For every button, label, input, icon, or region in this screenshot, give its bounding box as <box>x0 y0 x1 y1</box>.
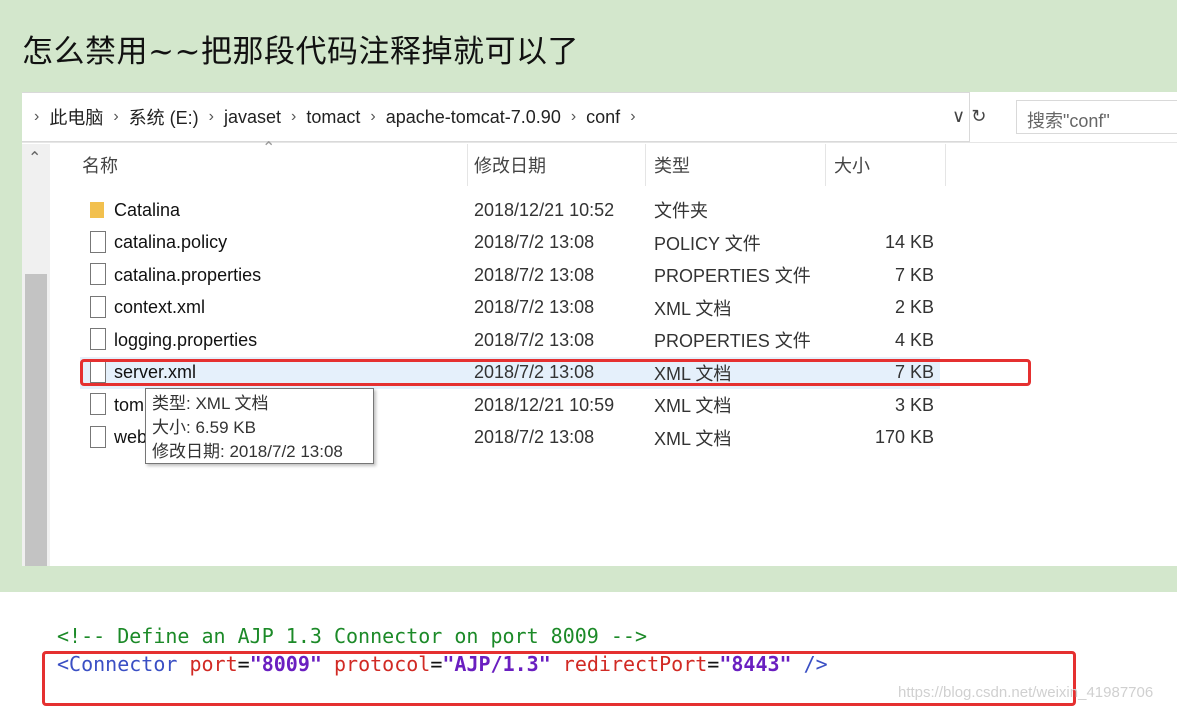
file-icon <box>90 230 106 253</box>
file-type: XML 文档 <box>654 396 732 416</box>
file-name: context.xml <box>114 297 206 317</box>
file-type: XML 文档 <box>654 428 732 449</box>
file-size: 2 KB <box>894 297 934 317</box>
breadcrumb-item[interactable]: › 系统 (E:) <box>103 104 198 130</box>
breadcrumb[interactable]: › 此电脑 › 系统 (E:) › javaset › tomact › apache-t… <box>22 92 970 142</box>
file-size: 170 KB <box>874 427 934 447</box>
code-comment-line: <!-- Define an AJP 1.3 Connector on port… <box>57 624 648 648</box>
file-type: XML 文档 <box>654 298 732 319</box>
post-heading: 怎么禁用~~把那段代码注释掉就可以了 <box>22 34 579 70</box>
file-date: 2018/7/2 13:08 <box>474 297 595 317</box>
navigation-scrollbar[interactable]: ⌃ <box>22 144 50 566</box>
column-header-size[interactable]: 大小 <box>826 144 946 186</box>
tooltip-modified: 修改日期: 2018/7/2 13:08 <box>152 442 343 461</box>
breadcrumb-item[interactable]: › conf <box>561 107 620 128</box>
address-bar: › 此电脑 › 系统 (E:) › javaset › tomact › apache-t… <box>22 92 1177 143</box>
file-type: PROPERTIES 文件 <box>654 331 811 351</box>
file-tooltip: 类型: XML 文档 大小: 6.59 KB 修改日期: 2018/7/2 13… <box>145 388 374 464</box>
file-name: tom <box>114 394 145 415</box>
file-date: 2018/12/21 10:52 <box>474 199 615 220</box>
file-row[interactable]: context.xml 2018/7/2 13:08 XML 文档 2 KB <box>80 292 940 324</box>
breadcrumb-item[interactable]: › apache-tomcat-7.0.90 <box>360 107 560 128</box>
file-size: 4 KB <box>894 329 934 350</box>
refresh-icon[interactable]: ↻ <box>971 106 986 127</box>
file-date: 2018/12/21 10:59 <box>474 394 615 415</box>
chevron-right-icon: › <box>208 108 214 125</box>
search-input[interactable]: 搜索"conf" <box>1016 100 1177 134</box>
file-name: logging.properties <box>114 329 258 350</box>
file-date: 2018/7/2 13:08 <box>474 329 595 350</box>
file-row[interactable]: Catalina 2018/12/21 10:52 文件夹 <box>80 194 940 226</box>
chevron-up-icon[interactable]: ⌃ <box>28 148 41 168</box>
chevron-right-icon: › <box>113 108 119 125</box>
file-date: 2018/7/2 13:08 <box>474 232 595 252</box>
chevron-right-icon: › <box>630 108 636 125</box>
file-row[interactable]: catalina.properties 2018/7/2 13:08 PROPERT… <box>80 259 940 291</box>
tooltip-type: 类型: XML 文档 <box>152 394 269 413</box>
file-name: Catalina <box>114 199 181 220</box>
file-icon <box>90 393 106 415</box>
chevron-right-icon: › <box>291 108 297 125</box>
breadcrumb-item[interactable]: › javaset <box>199 107 281 128</box>
breadcrumb-end[interactable]: › <box>620 108 645 126</box>
file-name: catalina.policy <box>114 232 228 252</box>
file-name: web <box>114 427 148 447</box>
address-controls: ∨ ↻ <box>952 106 986 127</box>
file-name: catalina.properties <box>114 264 262 285</box>
file-explorer-window: › 此电脑 › 系统 (E:) › javaset › tomact › apache-t… <box>22 92 1177 566</box>
file-row[interactable]: logging.properties 2018/7/2 13:08 PROPERTI… <box>80 324 940 356</box>
chevron-right-icon: › <box>370 108 376 125</box>
file-size: 3 KB <box>894 394 934 415</box>
column-header-date[interactable]: 修改日期 <box>468 144 646 186</box>
column-header-type[interactable]: 类型 <box>646 144 826 186</box>
file-row[interactable]: catalina.policy 2018/7/2 13:08 POLICY 文件 14… <box>80 227 940 259</box>
breadcrumb-item[interactable]: › 此电脑 <box>30 104 103 130</box>
column-header-name[interactable]: 名称 <box>80 144 468 186</box>
chevron-right-icon: › <box>34 108 40 125</box>
tooltip-size: 大小: 6.59 KB <box>152 418 256 437</box>
file-icon <box>90 263 106 285</box>
server-xml-highlight <box>80 359 1031 386</box>
file-type: PROPERTIES 文件 <box>654 266 811 286</box>
scrollbar-thumb[interactable] <box>25 274 47 566</box>
file-icon <box>90 295 106 318</box>
folder-icon <box>90 202 104 218</box>
file-icon <box>90 425 106 448</box>
file-type: POLICY 文件 <box>654 233 761 254</box>
file-type: 文件夹 <box>654 201 708 221</box>
chevron-down-icon[interactable]: ∨ <box>952 106 965 127</box>
watermark: https://blog.csdn.net/weixin_41987706 <box>898 684 1154 701</box>
file-icon <box>90 328 106 350</box>
chevron-right-icon: › <box>570 108 577 125</box>
file-date: 2018/7/2 13:08 <box>474 264 595 285</box>
breadcrumb-item[interactable]: › tomact <box>281 107 360 128</box>
file-date: 2018/7/2 13:08 <box>474 427 595 447</box>
file-size: 7 KB <box>894 264 934 285</box>
file-size: 14 KB <box>884 232 934 252</box>
